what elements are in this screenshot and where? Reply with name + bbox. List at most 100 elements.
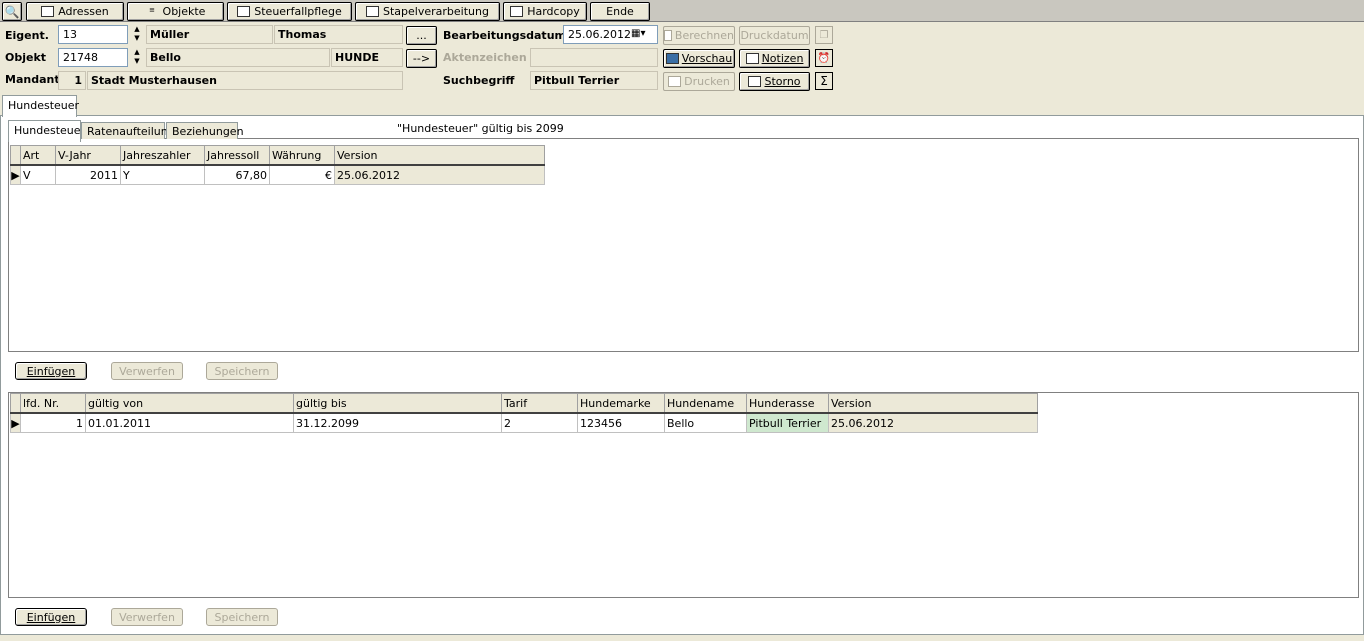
copy-icon: ❐ [819, 29, 829, 41]
row-pointer-icon: ▶ [10, 412, 21, 433]
col-gueltig-von[interactable]: gültig von [85, 393, 294, 414]
objekt-type: HUNDE [331, 48, 403, 67]
drucken-button[interactable]: Drucken [663, 72, 735, 91]
eigent-name: Müller [146, 25, 273, 44]
cell-lfd-nr[interactable]: 1 [20, 412, 86, 433]
row-pointer-icon: ▶ [10, 164, 21, 185]
adressen-button[interactable]: Adressen [26, 2, 124, 21]
card-icon [41, 6, 55, 17]
sigma-icon: Σ [820, 74, 828, 88]
arrow-button[interactable]: --> [406, 49, 437, 68]
tree-icon: ≡ [149, 6, 155, 14]
verwerfen-button-1[interactable]: Verwerfen [111, 362, 183, 380]
cell-tarif[interactable]: 2 [501, 412, 578, 433]
hardcopy-button[interactable]: Hardcopy [503, 2, 587, 21]
toolbar: 🔍 Adressen ≡ Objekte Steuerfallpflege St… [0, 0, 1364, 22]
tab-ratenaufteilung[interactable]: Ratenaufteilung [81, 122, 175, 139]
berechnen-button[interactable]: Berechnen [663, 26, 735, 45]
col-version[interactable]: Version [828, 393, 1038, 414]
calendar-dropdown-icon[interactable]: ▦▾ [631, 28, 645, 39]
table-row[interactable]: ▶ V 2011 Y 67,80 € 25.06.2012 [10, 164, 545, 185]
alarm-clock-icon: ⏰ [817, 52, 831, 64]
monitor-icon [665, 53, 679, 64]
zoom-button[interactable]: 🔍 [2, 2, 22, 21]
col-jahreszahler[interactable]: Jahreszahler [120, 145, 205, 166]
storno-button[interactable]: Storno [739, 72, 810, 91]
verwerfen-button-2[interactable]: Verwerfen [111, 608, 183, 626]
form-icon [237, 6, 251, 17]
stapelverarbeitung-button[interactable]: Stapelverarbeitung [355, 2, 500, 21]
printer-icon [510, 6, 524, 17]
row-indicator-header [10, 145, 21, 166]
objekt-input[interactable]: 21748 [58, 48, 128, 67]
speichern-button-2[interactable]: Speichern [206, 608, 278, 626]
dots-button[interactable]: ... [406, 26, 437, 45]
cell-hundename[interactable]: Bello [664, 412, 747, 433]
storno-icon [748, 76, 762, 87]
suchbegriff-value: Pitbull Terrier [530, 71, 658, 90]
eigent-input[interactable]: 13 [58, 25, 128, 44]
cell-waehrung[interactable]: € [269, 164, 335, 185]
vorschau-button[interactable]: Vorschau [663, 49, 735, 68]
col-gueltig-bis[interactable]: gültig bis [293, 393, 502, 414]
col-art[interactable]: Art [20, 145, 56, 166]
copy-button[interactable]: ❐ [815, 26, 833, 44]
eigent-firstname: Thomas [274, 25, 403, 44]
hunde-grid: lfd. Nr. gültig von gültig bis Tarif Hun… [10, 393, 1038, 433]
aktenzeichen-input [530, 48, 658, 67]
cell-hundemarke[interactable]: 123456 [577, 412, 665, 433]
col-version[interactable]: Version [334, 145, 545, 166]
steuerfallpflege-button[interactable]: Steuerfallpflege [227, 2, 352, 21]
tab-beziehungen[interactable]: Beziehungen [166, 122, 244, 139]
table-row[interactable]: ▶ 1 01.01.2011 31.12.2099 2 123456 Bello… [10, 412, 1038, 433]
cell-version[interactable]: 25.06.2012 [828, 412, 1038, 433]
col-hundename[interactable]: Hundename [664, 393, 747, 414]
tab-hundesteuer-inner[interactable]: Hundesteuer [8, 120, 85, 142]
col-hundemarke[interactable]: Hundemarke [577, 393, 665, 414]
stack-icon [366, 6, 380, 17]
tab-hundesteuer-outer[interactable]: Hundesteuer [2, 95, 79, 117]
eigent-spinner[interactable]: ▲ ▼ [131, 25, 143, 44]
cell-gueltig-bis[interactable]: 31.12.2099 [293, 412, 502, 433]
ende-button[interactable]: Ende [590, 2, 650, 21]
objekt-label: Objekt [5, 51, 47, 64]
spin-up-icon[interactable]: ▲ [131, 48, 143, 57]
druckdatum-button[interactable]: Druckdatum [739, 26, 810, 45]
col-waehrung[interactable]: Währung [269, 145, 335, 166]
col-jahressoll[interactable]: Jahressoll [204, 145, 270, 166]
notepad-icon [745, 53, 759, 64]
alarm-button[interactable]: ⏰ [815, 49, 833, 67]
col-hunderasse[interactable]: Hunderasse [746, 393, 829, 414]
spin-down-icon[interactable]: ▼ [131, 34, 143, 43]
objekt-name: Bello [146, 48, 330, 67]
einfuegen-button-1[interactable]: Einfügen [15, 362, 87, 380]
suchbegriff-label: Suchbegriff [443, 74, 515, 87]
eigent-label: Eigent. [5, 29, 49, 42]
hundesteuer-grid: Art V-Jahr Jahreszahler Jahressoll Währu… [10, 145, 545, 185]
cell-version[interactable]: 25.06.2012 [334, 164, 545, 185]
cell-gueltig-von[interactable]: 01.01.2011 [85, 412, 294, 433]
einfuegen-button-2[interactable]: Einfügen [15, 608, 87, 626]
col-v-jahr[interactable]: V-Jahr [55, 145, 121, 166]
cell-hunderasse[interactable]: Pitbull Terrier [746, 412, 829, 433]
sum-button[interactable]: Σ [815, 72, 833, 90]
mandant-value: 1 [58, 71, 86, 90]
mandant-name: Stadt Musterhausen [87, 71, 403, 90]
spin-up-icon[interactable]: ▲ [131, 25, 143, 34]
aktenzeichen-label: Aktenzeichen [443, 51, 527, 64]
printer-icon [668, 76, 682, 87]
cell-jahressoll[interactable]: 67,80 [204, 164, 270, 185]
cell-v-jahr[interactable]: 2011 [55, 164, 121, 185]
speichern-button-1[interactable]: Speichern [206, 362, 278, 380]
spin-down-icon[interactable]: ▼ [131, 57, 143, 66]
col-lfd-nr[interactable]: lfd. Nr. [20, 393, 86, 414]
bearbeitungsdatum-label: Bearbeitungsdatum [443, 29, 566, 42]
row-indicator-header [10, 393, 21, 414]
validity-note: "Hundesteuer" gültig bis 2099 [397, 122, 564, 135]
cell-art[interactable]: V [20, 164, 56, 185]
col-tarif[interactable]: Tarif [501, 393, 578, 414]
notizen-button[interactable]: Notizen [739, 49, 810, 68]
objekt-spinner[interactable]: ▲ ▼ [131, 48, 143, 67]
cell-jahreszahler[interactable]: Y [120, 164, 205, 185]
objekte-button[interactable]: ≡ Objekte [127, 2, 224, 21]
